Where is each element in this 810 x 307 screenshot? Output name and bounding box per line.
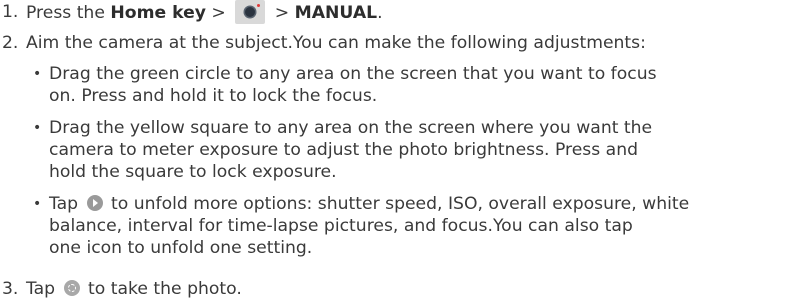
bullet-dot: • bbox=[33, 196, 42, 212]
bullet-line: Drag the yellow square to any area on th… bbox=[49, 118, 653, 138]
step-number: 3. bbox=[2, 279, 19, 299]
camera-indicator bbox=[257, 4, 261, 7]
step-2: 2. Aim the camera at the subject.You can… bbox=[0, 32, 810, 54]
bullet-unfold-options: • Tap to unfold more options: shutter sp… bbox=[0, 193, 810, 259]
bullet-line: balance, interval for time-lapse picture… bbox=[49, 216, 633, 236]
step-2-text: Aim the camera at the subject.You can ma… bbox=[26, 33, 646, 53]
home-key-label: Home key bbox=[110, 3, 206, 23]
step-1-text: Press the Home key > > MANUAL. bbox=[26, 0, 810, 25]
bullet-line: one icon to unfold one setting. bbox=[49, 238, 313, 258]
bullet-line: on. Press and hold it to lock the focus. bbox=[49, 86, 378, 106]
manual-mode-label: MANUAL bbox=[294, 3, 378, 23]
bullet-focus: • Drag the green circle to any area on t… bbox=[0, 63, 810, 107]
step-number: 2. bbox=[2, 33, 19, 53]
bullet-line: Tap to unfold more options: shutter spee… bbox=[49, 194, 690, 214]
step-1: 1. Press the Home key > > MANUAL. bbox=[0, 0, 810, 25]
bullet-dot: • bbox=[33, 120, 42, 136]
shutter-icon bbox=[63, 280, 80, 296]
bullet-dot: • bbox=[33, 66, 42, 82]
step-number: 1. bbox=[2, 2, 19, 22]
unfold-arrow-icon bbox=[86, 195, 103, 211]
bullet-line: camera to meter exposure to adjust the p… bbox=[49, 140, 639, 160]
bullet-line: hold the square to lock exposure. bbox=[49, 162, 337, 182]
camera-lens bbox=[245, 7, 256, 17]
step-3-text: Tap to take the photo. bbox=[26, 279, 242, 299]
bullet-exposure: • Drag the yellow square to any area on … bbox=[0, 117, 810, 183]
camera-app-icon bbox=[235, 0, 266, 24]
bullet-line: Drag the green circle to any area on the… bbox=[49, 64, 657, 84]
step-3: 3. Tap to take the photo. bbox=[0, 278, 810, 300]
